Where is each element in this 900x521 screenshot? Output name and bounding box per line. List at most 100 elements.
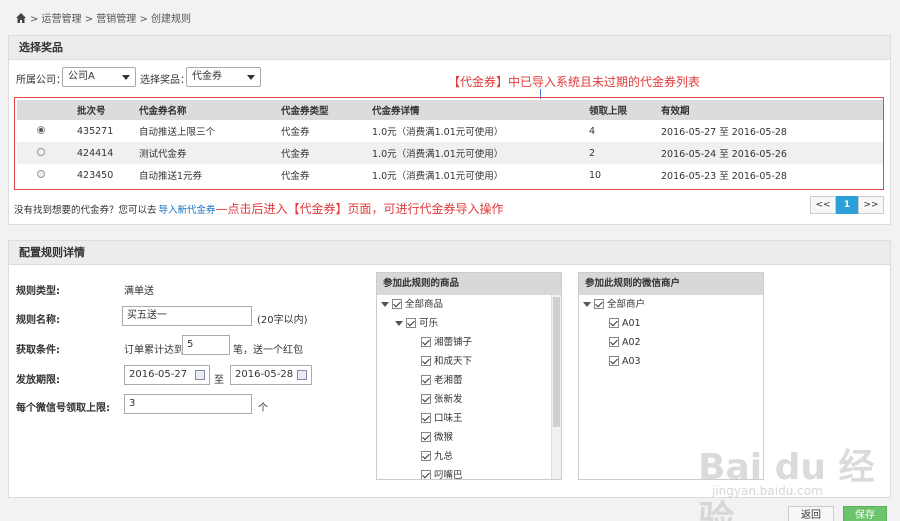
limit-cell: 10 xyxy=(589,169,602,181)
tree-node-label: 老湘蕾 xyxy=(434,375,463,386)
claim-limit-input[interactable]: 3 xyxy=(124,394,252,414)
name-cell: 测试代金券 xyxy=(135,142,277,164)
checkbox-checked-icon[interactable] xyxy=(421,470,431,479)
checkbox-checked-icon[interactable] xyxy=(421,356,431,366)
checkbox-checked-icon[interactable] xyxy=(392,299,402,309)
type-cell: 代金券 xyxy=(277,142,368,164)
company-label: 所属公司： xyxy=(16,75,66,86)
checkbox-checked-icon[interactable] xyxy=(421,432,431,442)
order-count-input[interactable]: 5 xyxy=(182,335,230,355)
checkbox-checked-icon[interactable] xyxy=(421,337,431,347)
prize-label: 选择奖品： xyxy=(140,75,190,86)
checkbox-checked-icon[interactable] xyxy=(609,337,619,347)
prize-list-annotation: 【代金券】中已导入系统且未过期的代金券列表 xyxy=(448,75,701,89)
tree-node-all-merchants[interactable]: 全部商户 xyxy=(583,299,645,313)
tree-node-label: A01 xyxy=(622,318,641,329)
rule-name-input[interactable]: 买五送一 xyxy=(122,306,252,326)
company-select[interactable]: 公司A xyxy=(62,67,136,87)
start-date-input[interactable]: 2016-05-27 xyxy=(124,365,210,385)
expand-icon[interactable] xyxy=(381,302,389,307)
column-header-batch: 批次号 xyxy=(73,100,135,120)
rule-name-value: 买五送一 xyxy=(127,310,167,321)
tree-node-label: 微猴 xyxy=(434,432,454,443)
table-row[interactable]: 435271 自动推送上限三个 代金券 1.0元（消费满1.01元可使用） 4 … xyxy=(17,120,883,142)
checkbox-checked-icon[interactable] xyxy=(609,318,619,328)
tree-node-item[interactable]: 老湘蕾 xyxy=(421,375,463,389)
detail-cell: 1.0元（消费满1.01元可使用） xyxy=(372,127,504,138)
radio-button[interactable] xyxy=(37,147,45,156)
claim-limit-unit: 个 xyxy=(258,403,268,414)
checkbox-checked-icon[interactable] xyxy=(421,394,431,404)
tree-node-group[interactable]: 可乐 xyxy=(395,318,438,332)
checkbox-checked-icon[interactable] xyxy=(421,413,431,423)
pagination-page-1[interactable]: 1 xyxy=(836,196,858,214)
table-row[interactable]: 423450 自动推送1元券 代金券 1.0元（消费满1.01元可使用） 10 … xyxy=(17,164,883,186)
import-hint-text: 没有找到想要的代金券？您可以去 xyxy=(14,205,157,216)
tree-node-item[interactable]: 九总 xyxy=(421,451,453,465)
tree-node-merchant[interactable]: A03 xyxy=(609,356,641,370)
tree-node-item[interactable]: 叼嘴巴 xyxy=(421,470,463,480)
radio-button[interactable] xyxy=(37,169,45,178)
detail-cell: 1.0元（消费满1.01元可使用） xyxy=(372,171,504,182)
tree-node-merchant[interactable]: A02 xyxy=(609,337,641,351)
checkbox-checked-icon[interactable] xyxy=(421,451,431,461)
table-row[interactable]: 424414 测试代金券 代金券 1.0元（消费满1.01元可使用） 2 201… xyxy=(17,142,883,164)
start-date-value: 2016-05-27 xyxy=(129,369,188,380)
condition-suffix: 笔，送一个红包 xyxy=(233,345,303,356)
tree-node-label: 叼嘴巴 xyxy=(434,470,463,480)
end-date-input[interactable]: 2016-05-28 xyxy=(230,365,312,385)
tree-node-item[interactable]: 微猴 xyxy=(421,432,453,446)
calendar-icon[interactable] xyxy=(297,370,307,380)
checkbox-checked-icon[interactable] xyxy=(406,318,416,328)
tree-node-label: 口味王 xyxy=(434,413,463,424)
limit-cell: 4 xyxy=(589,125,596,137)
tree-node-item[interactable]: 和成天下 xyxy=(421,356,472,370)
condition-label: 获取条件: xyxy=(16,345,60,356)
batch-cell: 423450 xyxy=(77,169,114,181)
back-button[interactable]: 返回 xyxy=(788,506,834,521)
calendar-icon[interactable] xyxy=(195,370,205,380)
checkbox-checked-icon[interactable] xyxy=(594,299,604,309)
breadcrumb: > 运营管理 > 营销管理 > 创建规则 xyxy=(16,10,191,25)
end-date-value: 2016-05-28 xyxy=(235,369,294,380)
radio-button-selected[interactable] xyxy=(37,125,45,134)
scrollbar-thumb[interactable] xyxy=(553,297,560,427)
order-count-value: 5 xyxy=(187,339,194,350)
save-button[interactable]: 保存 xyxy=(843,506,887,521)
pagination-prev-button[interactable]: << xyxy=(810,196,836,214)
tree-node-label: 可乐 xyxy=(419,318,439,329)
tree-node-label: 湘蕾铺子 xyxy=(434,337,473,348)
goods-tree-panel: 参加此规则的商品 全部商品 可乐 湘蕾铺子 和成天下 老湘蕾 张新发 口味王 微… xyxy=(376,272,562,480)
tree-node-item[interactable]: 口味王 xyxy=(421,413,463,427)
home-icon[interactable] xyxy=(16,13,26,23)
claim-limit-label: 每个微信号领取上限: xyxy=(16,403,110,414)
tree-node-label: A03 xyxy=(622,356,641,367)
checkbox-checked-icon[interactable] xyxy=(421,375,431,385)
tree-node-all-goods[interactable]: 全部商品 xyxy=(381,299,443,313)
detail-cell: 1.0元（消费满1.01元可使用） xyxy=(368,142,585,164)
checkbox-checked-icon[interactable] xyxy=(609,356,619,366)
validity-cell: 2016-05-24 至 2016-05-26 xyxy=(657,142,883,164)
condition-prefix: 订单累计达到 xyxy=(124,345,184,356)
tree-node-merchant[interactable]: A01 xyxy=(609,318,641,332)
column-header-validity: 有效期 xyxy=(657,100,883,120)
prize-select[interactable]: 代金券 xyxy=(186,67,261,87)
tree-node-item[interactable]: 张新发 xyxy=(421,394,463,408)
expand-icon[interactable] xyxy=(395,321,403,326)
tree-node-label: 全部商品 xyxy=(405,299,444,310)
table-header-row: 批次号 代金券名称 代金券类型 代金券详情 领取上限 有效期 xyxy=(17,100,883,120)
row-select-cell xyxy=(17,142,73,164)
column-header-name: 代金券名称 xyxy=(135,100,277,120)
validity-cell: 2016-05-23 至 2016-05-28 xyxy=(661,171,787,182)
row-select-cell xyxy=(17,120,73,142)
chevron-down-icon xyxy=(247,75,255,80)
tree-node-label: 九总 xyxy=(434,451,454,462)
voucher-table-box: 批次号 代金券名称 代金券类型 代金券详情 领取上限 有效期 435271 自动… xyxy=(14,97,884,190)
goods-tree-scrollbar[interactable] xyxy=(551,295,561,479)
expand-icon[interactable] xyxy=(583,302,591,307)
tree-node-item[interactable]: 湘蕾铺子 xyxy=(421,337,472,351)
pagination-next-button[interactable]: >> xyxy=(858,196,884,214)
baidu-watermark-url: jingyan.baidu.com xyxy=(712,484,823,498)
import-voucher-link[interactable]: 导入新代金券 xyxy=(159,205,216,216)
chevron-down-icon xyxy=(122,75,130,80)
